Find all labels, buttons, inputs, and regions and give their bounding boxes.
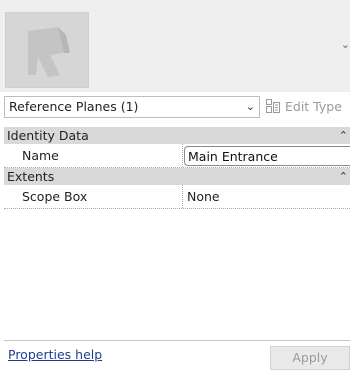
property-name: Scope Box bbox=[22, 189, 88, 204]
type-selector-value: Reference Planes (1) bbox=[9, 99, 139, 114]
category-extents[interactable]: Extents ⌃ bbox=[4, 168, 350, 185]
apply-button[interactable]: Apply bbox=[270, 346, 350, 370]
category-identity-data[interactable]: Identity Data ⌃ bbox=[4, 127, 350, 144]
preview-dropdown-icon[interactable]: ⌄ bbox=[341, 38, 350, 51]
edit-type-label: Edit Type bbox=[285, 99, 342, 114]
scope-box-value[interactable]: None bbox=[187, 185, 220, 208]
property-grid: Identity Data ⌃ Name Extents ⌃ Scope Box… bbox=[4, 127, 350, 209]
edit-type-icon bbox=[266, 98, 280, 113]
chevron-down-icon: ⌄ bbox=[245, 100, 255, 113]
column-divider bbox=[182, 185, 184, 208]
type-thumbnail bbox=[5, 12, 89, 88]
type-selector-row: Reference Planes (1) ⌄ Edit Type bbox=[0, 96, 350, 118]
property-name: Name bbox=[22, 148, 59, 163]
category-label: Extents bbox=[7, 169, 55, 184]
name-value-input[interactable] bbox=[184, 146, 350, 166]
property-row-name: Name bbox=[4, 144, 350, 168]
type-preview-area: ⌄ bbox=[0, 0, 350, 92]
type-selector-dropdown[interactable]: Reference Planes (1) ⌄ bbox=[4, 96, 260, 118]
revit-family-icon bbox=[28, 27, 70, 77]
property-row-scope-box: Scope Box None bbox=[4, 185, 350, 209]
category-label: Identity Data bbox=[7, 128, 89, 143]
collapse-icon[interactable]: ⌃ bbox=[339, 168, 348, 185]
edit-type-button[interactable]: Edit Type bbox=[266, 96, 342, 118]
footer-divider bbox=[4, 340, 350, 341]
properties-help-link[interactable]: Properties help bbox=[8, 347, 102, 362]
collapse-icon[interactable]: ⌃ bbox=[339, 127, 348, 144]
properties-palette: ⌄ Reference Planes (1) ⌄ Edit Type Ident… bbox=[0, 0, 350, 370]
